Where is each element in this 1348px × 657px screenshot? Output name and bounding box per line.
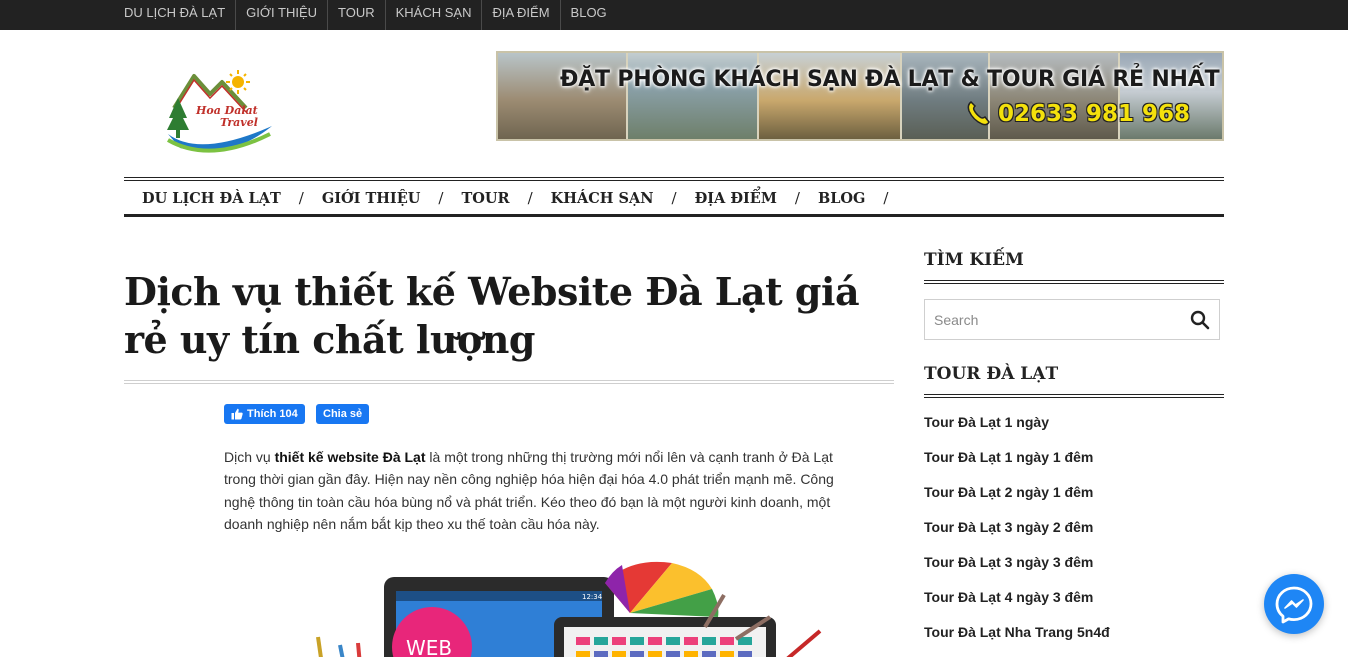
article-intro: Dịch vụ thiết kế website Đà Lạt là một t…: [224, 446, 860, 535]
main-nav-blog[interactable]: BLOG: [818, 190, 865, 207]
top-nav-blog[interactable]: BLOG: [561, 0, 617, 30]
main-nav-gioi-thieu[interactable]: GIỚI THIỆU: [322, 190, 421, 207]
top-nav-khach-san[interactable]: KHÁCH SẠN: [386, 0, 483, 30]
top-bar: DU LỊCH ĐÀ LẠT GIỚI THIỆU TOUR KHÁCH SẠN…: [0, 0, 1348, 30]
search-icon[interactable]: [1189, 309, 1211, 331]
search-heading: TÌM KIẾM: [924, 250, 1024, 270]
main-nav-du-lich-da-lat[interactable]: DU LỊCH ĐÀ LẠT: [142, 190, 281, 207]
pine-tree-icon: [167, 98, 189, 138]
tour-link[interactable]: Tour Đà Lạt 1 ngày 1 đêm: [924, 440, 1110, 475]
web-design-illustration: 12:34 WEB: [316, 561, 822, 657]
banner-headline: ĐẶT PHÒNG KHÁCH SẠN ĐÀ LẠT & TOUR GIÁ RẺ…: [560, 67, 1220, 92]
search-input[interactable]: [925, 300, 1175, 339]
search-box: [924, 299, 1220, 340]
tour-link[interactable]: Tour Đà Lạt 2 ngày 1 đêm: [924, 475, 1110, 510]
phone-icon: [967, 101, 990, 126]
main-nav-separator: /: [438, 189, 444, 207]
messenger-chat-button[interactable]: [1264, 574, 1324, 634]
tour-heading-divider: [924, 394, 1224, 398]
page-title: Dịch vụ thiết kế Website Đà Lạt giá rẻ u…: [124, 269, 860, 362]
messenger-icon: [1275, 586, 1313, 624]
main-nav-khach-san[interactable]: KHÁCH SẠN: [551, 190, 654, 207]
illustration-word: WEB: [406, 636, 452, 657]
top-nav-du-lich-da-lat[interactable]: DU LỊCH ĐÀ LẠT: [114, 0, 237, 30]
top-nav-tour[interactable]: TOUR: [328, 0, 386, 30]
tour-link[interactable]: Tour Đà Lạt 3 ngày 2 đêm: [924, 510, 1110, 545]
title-divider: [124, 380, 894, 384]
tablet-clock: 12:34: [582, 593, 603, 601]
main-nav-separator: /: [883, 189, 889, 207]
top-nav-gioi-thieu[interactable]: GIỚI THIỆU: [236, 0, 328, 30]
main-nav-separator: /: [527, 189, 533, 207]
logo-text-line2: Travel: [220, 116, 258, 129]
facebook-share-button[interactable]: Chia sẻ: [316, 404, 370, 424]
main-nav: DU LỊCH ĐÀ LẠT / GIỚI THIỆU / TOUR / KHÁ…: [124, 177, 1224, 217]
main-nav-dia-diem[interactable]: ĐỊA ĐIỂM: [695, 190, 777, 207]
main-nav-separator: /: [794, 189, 800, 207]
facebook-like-button[interactable]: Thích 104: [224, 404, 305, 424]
main-nav-separator: /: [298, 189, 304, 207]
intro-prefix: Dịch vụ: [224, 449, 275, 465]
main-nav-separator: /: [671, 189, 677, 207]
tour-link[interactable]: Tour Đà Lạt 3 ngày 3 đêm: [924, 545, 1110, 580]
paintbrush-icon: [316, 636, 362, 657]
tour-link[interactable]: Tour Đà Lạt 4 ngày 3 đêm: [924, 580, 1110, 615]
facebook-like-label: Thích 104: [247, 408, 298, 420]
thumbs-up-icon: [231, 408, 243, 420]
top-nav: DU LỊCH ĐÀ LẠT GIỚI THIỆU TOUR KHÁCH SẠN…: [114, 0, 617, 30]
intro-keyword-link[interactable]: thiết kế website Đà Lạt: [275, 449, 426, 465]
search-heading-divider: [924, 280, 1224, 284]
color-swatch-fan-icon: [605, 561, 719, 617]
top-nav-dia-diem[interactable]: ĐỊA ĐIỂM: [482, 0, 561, 30]
tour-list: Tour Đà Lạt 1 ngày Tour Đà Lạt 1 ngày 1 …: [924, 405, 1110, 650]
tour-link[interactable]: Tour Đà Lạt Nha Trang 5n4đ: [924, 615, 1110, 650]
tour-heading: TOUR ĐÀ LẠT: [924, 364, 1059, 384]
tour-link[interactable]: Tour Đà Lạt 1 ngày: [924, 405, 1110, 440]
site-logo[interactable]: Hoa Dalat Travel: [160, 68, 280, 160]
main-nav-tour[interactable]: TOUR: [461, 190, 509, 207]
banner-ad[interactable]: ĐẶT PHÒNG KHÁCH SẠN ĐÀ LẠT & TOUR GIÁ RẺ…: [496, 51, 1224, 141]
banner-phone: 02633 981 968: [998, 101, 1191, 127]
